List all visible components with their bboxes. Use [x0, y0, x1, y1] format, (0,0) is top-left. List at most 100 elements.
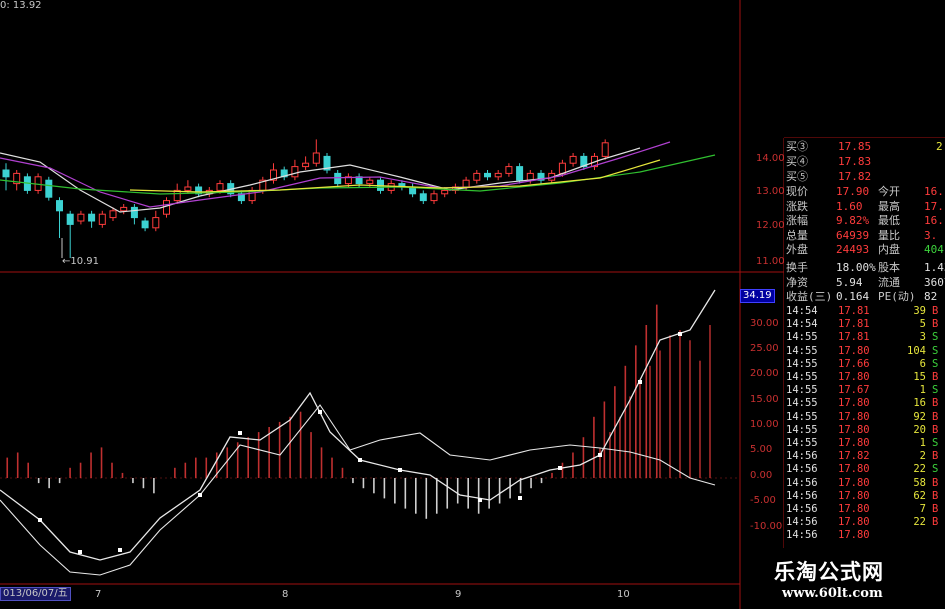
- price-tick: 13.00: [756, 186, 785, 197]
- bid-price: 17.83: [838, 155, 872, 168]
- watermark-url: www.60lt.com: [782, 586, 883, 601]
- candle-body: [441, 189, 449, 195]
- trade-time: 14:55: [786, 371, 818, 383]
- trade-volume: 62: [913, 489, 926, 502]
- quote-panel: 买③ 17.85 2 买④ 17.83 买⑤ 17.82 现价 17.90 今开 …: [784, 138, 945, 609]
- macd-tick: 30.00: [750, 318, 779, 329]
- trade-side: S: [932, 331, 939, 344]
- trade-price: 17.82: [838, 450, 870, 463]
- price-tick: 12.00: [756, 220, 785, 231]
- date-label[interactable]: 013/06/07/五: [0, 587, 71, 601]
- trade-time: 14:55: [786, 331, 818, 344]
- bid-price: 17.85: [838, 140, 872, 153]
- signal-marker: [118, 548, 122, 552]
- candle-body: [366, 179, 374, 185]
- macd-tick: -5.00: [750, 495, 776, 506]
- trade-price: 17.81: [838, 318, 870, 331]
- trade-volume: 2: [919, 450, 926, 463]
- candlesticks: [2, 139, 609, 259]
- trade-price: 17.80: [838, 410, 870, 423]
- trade-row: 14:55 17.80 16 B: [786, 397, 944, 410]
- bid-price: 17.82: [838, 170, 872, 183]
- trade-side: S: [932, 437, 939, 449]
- trade-time: 14:54: [786, 305, 818, 317]
- macd-tick: 10.00: [750, 419, 779, 430]
- candle-body: [312, 152, 320, 164]
- date-tick-7: 7: [95, 589, 102, 600]
- trade-volume: 6: [919, 357, 926, 370]
- trade-price: 17.80: [838, 529, 870, 542]
- candle-body: [109, 210, 117, 219]
- trade-price: 17.80: [838, 489, 870, 502]
- trade-side: B: [932, 476, 939, 489]
- trade-time: 14:55: [786, 357, 818, 370]
- stat-value: 24493: [836, 243, 870, 256]
- stat-label: 总量: [786, 228, 808, 242]
- trade-row: 14:56 17.80 22 B: [786, 516, 944, 529]
- trade-side: S: [932, 384, 939, 397]
- price-header: 0: 13.92: [0, 0, 42, 11]
- stat-label: 内盘: [878, 243, 900, 256]
- trade-row: 14:56 17.80 62 B: [786, 490, 944, 503]
- price-tick: 11.00: [756, 256, 785, 267]
- trade-volume: 39: [913, 305, 926, 317]
- trade-row: 14:55 17.80 1 S: [786, 437, 944, 450]
- trade-volume: 7: [919, 503, 926, 515]
- candle-body: [130, 206, 138, 219]
- trade-price: 17.80: [838, 437, 870, 449]
- trade-time: 14:56: [786, 463, 818, 476]
- candle-body: [334, 172, 342, 185]
- macd-tick: 5.00: [750, 444, 773, 455]
- trade-volume: 58: [913, 476, 926, 489]
- signal-marker: [518, 496, 522, 500]
- candle-body: [45, 179, 53, 198]
- trade-price: 17.81: [838, 305, 870, 317]
- trade-volume: 22: [913, 516, 926, 529]
- watermark-title: 乐淘公式网: [774, 559, 884, 584]
- signal-marker: [198, 493, 202, 497]
- macd-dif-line: [0, 289, 716, 561]
- trade-time: 14:55: [786, 397, 818, 410]
- macd-indicator: [0, 289, 716, 576]
- stat-row: 换手 18.00% 股本 1.43: [786, 261, 945, 275]
- signal-marker: [638, 380, 642, 384]
- macd-tick: -10.00: [750, 521, 783, 532]
- trade-price: 17.67: [838, 384, 870, 397]
- signal-marker: [238, 431, 242, 435]
- date-tick-8: 8: [282, 589, 289, 600]
- trade-side: B: [932, 371, 939, 383]
- stat-label: 今开: [878, 185, 900, 198]
- stat-label: 换手: [786, 261, 808, 274]
- trade-side: B: [932, 450, 939, 463]
- stat-label: 最低: [878, 214, 900, 227]
- signal-marker: [78, 550, 82, 554]
- stat-label: 收益(三): [786, 290, 833, 303]
- low-price-annotation: ←10.91: [62, 256, 100, 267]
- ma30-line: [0, 154, 716, 195]
- trade-price: 17.80: [838, 463, 870, 476]
- signal-marker: [318, 410, 322, 414]
- candle-body: [484, 172, 491, 178]
- candle-body: [141, 220, 149, 229]
- signal-marker: [398, 468, 402, 472]
- trade-row: 14:56 17.80 22 S: [786, 463, 944, 476]
- trade-side: B: [932, 503, 939, 515]
- stat-value: 9.82%: [836, 214, 870, 227]
- trade-volume: 1: [919, 437, 926, 449]
- stat-value: 16.: [924, 185, 944, 198]
- trade-price: 17.80: [838, 371, 870, 383]
- signal-marker: [598, 453, 602, 457]
- signal-marker: [678, 332, 682, 336]
- bid-label: 买③: [786, 140, 808, 153]
- stat-row: 涨跌 1.60 最高 17.: [786, 200, 944, 214]
- macd-tick: 25.00: [750, 343, 779, 354]
- candle-body: [56, 200, 63, 212]
- bid-row: 买⑤ 17.82: [786, 170, 871, 184]
- trade-volume: 104: [907, 344, 926, 357]
- trade-side: B: [932, 423, 939, 436]
- candle-body: [462, 179, 470, 188]
- trade-price: 17.80: [838, 503, 870, 515]
- bid-volume: 2: [936, 140, 943, 153]
- trade-row: 14:55 17.80 104 S: [786, 345, 944, 358]
- trade-side: S: [932, 357, 939, 370]
